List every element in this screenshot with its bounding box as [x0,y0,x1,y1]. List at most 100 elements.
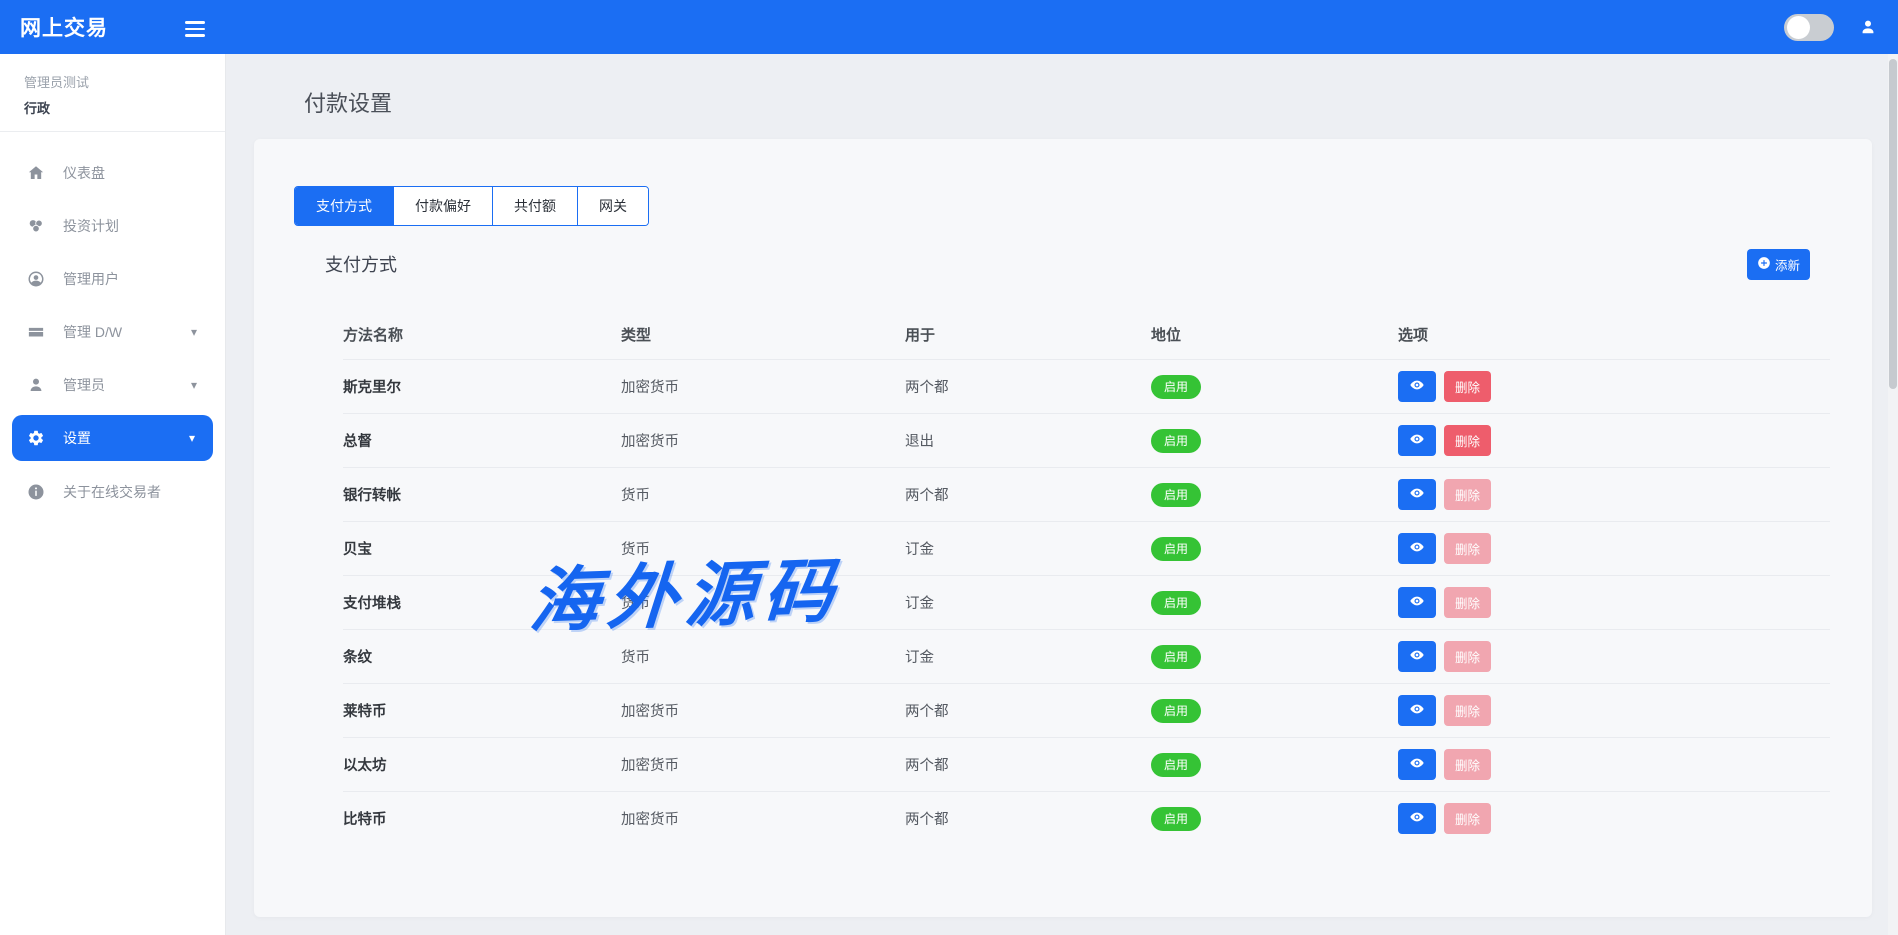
used-for-cell: 两个都 [905,376,1151,397]
status-badge: 启用 [1151,699,1201,723]
status-badge: 启用 [1151,483,1201,507]
chevron-down-icon: ▾ [189,431,195,445]
gear-icon [26,428,46,448]
actions-cell: 删除 [1398,371,1830,402]
view-button[interactable] [1398,371,1436,402]
tab-payment-preferences[interactable]: 付款偏好 [393,187,492,225]
view-button[interactable] [1398,425,1436,456]
sidebar-item-manage-admins[interactable]: 管理员▾ [0,358,225,411]
sidebar: 管理员测试 行政 仪表盘投资计划管理用户管理 D/W▾管理员▾设置▾关于在线交易… [0,54,225,935]
top-navbar: 网上交易 [0,0,1898,54]
card-icon [26,322,46,342]
method-type-cell: 加密货币 [621,700,905,721]
sidebar-item-about[interactable]: 关于在线交易者 [0,465,225,518]
actions-cell: 删除 [1398,533,1830,564]
hamburger-icon [185,21,205,37]
table-row: 支付堆栈货币订金启用删除 [343,575,1830,629]
table-row: 总督加密货币退出启用删除 [343,413,1830,467]
add-new-label: 添新 [1775,255,1800,274]
delete-button[interactable]: 删除 [1444,533,1491,564]
tab-payment-methods[interactable]: 支付方式 [295,187,393,225]
delete-button[interactable]: 删除 [1444,587,1491,618]
view-button[interactable] [1398,533,1436,564]
tab-gateways[interactable]: 网关 [577,187,648,225]
method-type-cell: 货币 [621,484,905,505]
tab-group: 支付方式付款偏好共付额网关 [294,186,649,226]
column-header: 方法名称 [343,324,621,345]
delete-button[interactable]: 删除 [1444,641,1491,672]
view-button[interactable] [1398,479,1436,510]
eye-icon [1409,647,1425,666]
actions-cell: 删除 [1398,425,1830,456]
column-header: 地位 [1151,324,1398,345]
method-name-cell: 莱特币 [343,700,621,721]
method-type-cell: 加密货币 [621,754,905,775]
delete-button[interactable]: 删除 [1444,803,1491,834]
scrollbar-thumb[interactable] [1889,59,1897,389]
delete-button[interactable]: 删除 [1444,425,1491,456]
sidebar-item-dashboard[interactable]: 仪表盘 [0,146,225,199]
user-circle-icon [26,269,46,289]
status-cell: 启用 [1151,753,1398,777]
eye-icon [1409,377,1425,396]
sidebar-item-manage-dw[interactable]: 管理 D/W ▾ [0,305,225,358]
table-row: 以太坊加密货币两个都启用 删除 [343,737,1830,791]
sidebar-item-settings[interactable]: 设置 ▾ [12,415,213,461]
method-name-cell: 以太坊 [343,754,621,775]
sidebar-item-investment-plans[interactable]: 投资计划 [0,199,225,252]
delete-button[interactable]: 删除 [1444,371,1491,402]
table-row: 贝宝货币订金启用删除 [343,521,1830,575]
view-button[interactable] [1398,749,1436,780]
delete-button[interactable]: 删除 [1444,479,1491,510]
table-row: 条纹货币订金启用删除 [343,629,1830,683]
method-type-cell: 加密货币 [621,808,905,829]
user-icon[interactable] [1858,17,1878,37]
delete-button[interactable]: 删除 [1444,695,1491,726]
chevron-down-icon: ▾ [191,325,197,339]
tab-copay[interactable]: 共付额 [492,187,577,225]
home-icon [26,163,46,183]
status-cell: 启用 [1151,699,1398,723]
method-name-cell: 条纹 [343,646,621,667]
person-icon [26,375,46,395]
app-brand[interactable]: 网上交易 [20,12,108,42]
method-type-cell: 加密货币 [621,430,905,451]
method-name-cell: 比特币 [343,808,621,829]
actions-cell: 删除 [1398,749,1830,780]
section-title: 支付方式 [325,251,397,277]
eye-icon [1409,539,1425,558]
view-button[interactable] [1398,695,1436,726]
add-new-button[interactable]: 添新 [1747,249,1810,280]
status-cell: 启用 [1151,375,1398,399]
used-for-cell: 两个都 [905,754,1151,775]
delete-button[interactable]: 删除 [1444,749,1491,780]
column-header: 用于 [905,324,1151,345]
coins-icon [26,216,46,236]
sidebar-item-label: 管理 D/W [63,322,122,342]
sidebar-menu: 仪表盘投资计划管理用户管理 D/W▾管理员▾设置▾关于在线交易者 [0,132,225,518]
table-header-row: 方法名称类型用于地位选项 [343,309,1830,359]
page-title: 付款设置 [304,86,392,118]
sidebar-item-manage-users[interactable]: 管理用户 [0,252,225,305]
toggle-knob [1787,16,1810,39]
method-name-cell: 银行转帐 [343,484,621,505]
scrollbar[interactable] [1888,54,1898,935]
used-for-cell: 两个都 [905,808,1151,829]
status-cell: 启用 [1151,483,1398,507]
theme-toggle[interactable] [1784,14,1834,41]
view-button[interactable] [1398,641,1436,672]
sidebar-user-block: 管理员测试 行政 [0,54,225,117]
method-name-cell: 支付堆栈 [343,592,621,613]
used-for-cell: 订金 [905,592,1151,613]
payment-methods-table: 方法名称类型用于地位选项 斯克里尔加密货币两个都启用删除总督加密货币退出启用删除… [343,309,1830,845]
sidebar-item-label: 设置 [63,428,91,448]
menu-toggle-button[interactable] [185,17,205,41]
section-header: 支付方式 添新 [325,247,1810,281]
status-badge: 启用 [1151,591,1201,615]
table-row: 斯克里尔加密货币两个都启用删除 [343,359,1830,413]
status-badge: 启用 [1151,429,1201,453]
view-button[interactable] [1398,803,1436,834]
eye-icon [1409,809,1425,828]
chevron-down-icon: ▾ [191,378,197,392]
view-button[interactable] [1398,587,1436,618]
